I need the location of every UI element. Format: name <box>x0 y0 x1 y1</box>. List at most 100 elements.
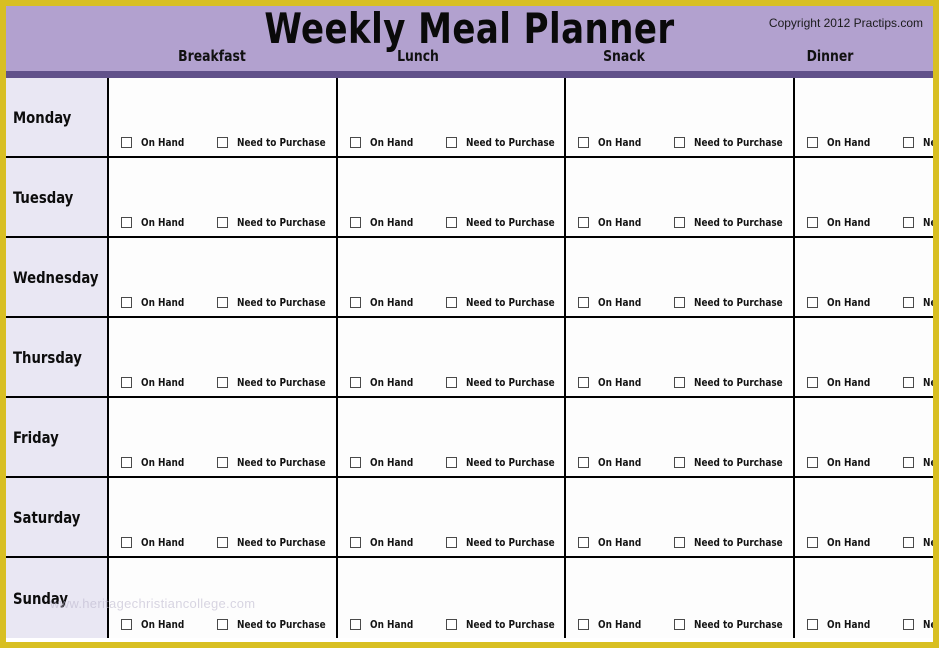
checkbox-need-to-purchase[interactable] <box>217 217 228 228</box>
checkbox-on-hand[interactable] <box>121 537 132 548</box>
meal-cell-tuesday-snack[interactable]: On Hand Need to Purchase <box>566 158 795 236</box>
checkbox-need-to-purchase[interactable] <box>674 537 686 548</box>
checkbox-on-hand[interactable] <box>806 297 818 308</box>
meal-cell-monday-lunch[interactable]: On Hand Need to Purchase <box>337 78 567 156</box>
checkbox-item-on-hand[interactable]: On Hand <box>806 456 903 469</box>
checkbox-item-need-to-purchase[interactable]: Need to Purchase <box>217 536 336 549</box>
checkbox-item-on-hand[interactable]: On Hand <box>121 456 217 469</box>
meal-cell-thursday-lunch[interactable]: On Hand Need to Purchase <box>337 318 567 396</box>
checkbox-on-hand[interactable] <box>121 217 132 228</box>
meal-cell-saturday-breakfast[interactable]: On Hand Need to Purchase <box>109 478 338 556</box>
meal-cell-saturday-snack[interactable]: On Hand Need to Purchase <box>566 478 795 556</box>
checkbox-item-need-to-purchase[interactable]: Need to Purchase <box>217 216 336 229</box>
checkbox-on-hand[interactable] <box>806 377 818 388</box>
checkbox-need-to-purchase[interactable] <box>902 619 914 630</box>
checkbox-on-hand[interactable] <box>349 137 361 148</box>
checkbox-on-hand[interactable] <box>121 377 132 388</box>
checkbox-on-hand[interactable] <box>349 537 361 548</box>
checkbox-item-need-to-purchase[interactable]: Need to Purchase <box>217 296 336 309</box>
checkbox-need-to-purchase[interactable] <box>445 457 457 468</box>
meal-cell-tuesday-lunch[interactable]: On Hand Need to Purchase <box>337 158 567 236</box>
checkbox-item-need-to-purchase[interactable]: Need to Purchase <box>674 456 793 469</box>
checkbox-on-hand[interactable] <box>121 297 132 308</box>
checkbox-on-hand[interactable] <box>349 619 361 630</box>
checkbox-item-on-hand[interactable]: On Hand <box>121 296 217 309</box>
checkbox-on-hand[interactable] <box>578 457 590 468</box>
checkbox-on-hand[interactable] <box>806 217 818 228</box>
checkbox-item-on-hand[interactable]: On Hand <box>349 296 446 309</box>
checkbox-need-to-purchase[interactable] <box>674 297 686 308</box>
meal-cell-friday-breakfast[interactable]: On Hand Need to Purchase <box>109 398 338 476</box>
checkbox-on-hand[interactable] <box>121 137 132 148</box>
checkbox-item-on-hand[interactable]: On Hand <box>806 136 903 149</box>
checkbox-item-need-to-purchase[interactable]: Need to Purchase <box>902 216 933 229</box>
checkbox-item-on-hand[interactable]: On Hand <box>121 216 217 229</box>
meal-cell-sunday-breakfast[interactable]: On Hand Need to Purchase <box>109 558 338 638</box>
checkbox-need-to-purchase[interactable] <box>445 619 457 630</box>
checkbox-item-need-to-purchase[interactable]: Need to Purchase <box>445 296 565 309</box>
meal-cell-wednesday-breakfast[interactable]: On Hand Need to Purchase <box>109 238 338 316</box>
checkbox-item-on-hand[interactable]: On Hand <box>121 536 217 549</box>
meal-cell-thursday-dinner[interactable]: On Hand Need to Purchase <box>794 318 933 396</box>
checkbox-item-need-to-purchase[interactable]: Need to Purchase <box>902 536 933 549</box>
checkbox-on-hand[interactable] <box>349 297 361 308</box>
checkbox-on-hand[interactable] <box>349 217 361 228</box>
checkbox-need-to-purchase[interactable] <box>217 377 228 388</box>
meal-cell-tuesday-breakfast[interactable]: On Hand Need to Purchase <box>109 158 338 236</box>
meal-cell-thursday-snack[interactable]: On Hand Need to Purchase <box>566 318 795 396</box>
checkbox-item-on-hand[interactable]: On Hand <box>578 456 674 469</box>
checkbox-on-hand[interactable] <box>806 537 818 548</box>
meal-cell-friday-snack[interactable]: On Hand Need to Purchase <box>566 398 795 476</box>
checkbox-need-to-purchase[interactable] <box>674 619 686 630</box>
checkbox-on-hand[interactable] <box>578 297 590 308</box>
checkbox-on-hand[interactable] <box>578 537 590 548</box>
meal-cell-wednesday-dinner[interactable]: On Hand Need to Purchase <box>794 238 933 316</box>
meal-cell-friday-lunch[interactable]: On Hand Need to Purchase <box>337 398 567 476</box>
meal-cell-wednesday-snack[interactable]: On Hand Need to Purchase <box>566 238 795 316</box>
checkbox-need-to-purchase[interactable] <box>902 137 914 148</box>
checkbox-need-to-purchase[interactable] <box>445 377 457 388</box>
checkbox-item-on-hand[interactable]: On Hand <box>806 296 903 309</box>
checkbox-item-on-hand[interactable]: On Hand <box>806 618 903 631</box>
checkbox-on-hand[interactable] <box>806 457 818 468</box>
checkbox-need-to-purchase[interactable] <box>674 217 686 228</box>
checkbox-need-to-purchase[interactable] <box>902 377 914 388</box>
checkbox-need-to-purchase[interactable] <box>217 297 228 308</box>
checkbox-item-need-to-purchase[interactable]: Need to Purchase <box>902 296 933 309</box>
meal-cell-monday-breakfast[interactable]: On Hand Need to Purchase <box>109 78 338 156</box>
checkbox-item-need-to-purchase[interactable]: Need to Purchase <box>902 618 933 631</box>
checkbox-item-need-to-purchase[interactable]: Need to Purchase <box>674 376 793 389</box>
meal-cell-sunday-dinner[interactable]: On Hand Need to Purchase <box>794 558 933 638</box>
meal-cell-thursday-breakfast[interactable]: On Hand Need to Purchase <box>109 318 338 396</box>
meal-cell-tuesday-dinner[interactable]: On Hand Need to Purchase <box>794 158 933 236</box>
checkbox-item-need-to-purchase[interactable]: Need to Purchase <box>445 618 565 631</box>
checkbox-item-need-to-purchase[interactable]: Need to Purchase <box>217 618 336 631</box>
checkbox-need-to-purchase[interactable] <box>445 297 457 308</box>
checkbox-item-need-to-purchase[interactable]: Need to Purchase <box>445 536 565 549</box>
meal-cell-sunday-snack[interactable]: On Hand Need to Purchase <box>566 558 795 638</box>
meal-cell-monday-dinner[interactable]: On Hand Need to Purchase <box>794 78 933 156</box>
checkbox-item-on-hand[interactable]: On Hand <box>806 216 903 229</box>
checkbox-on-hand[interactable] <box>121 457 132 468</box>
meal-cell-monday-snack[interactable]: On Hand Need to Purchase <box>566 78 795 156</box>
checkbox-on-hand[interactable] <box>578 137 590 148</box>
checkbox-need-to-purchase[interactable] <box>445 537 457 548</box>
checkbox-on-hand[interactable] <box>806 137 818 148</box>
checkbox-item-on-hand[interactable]: On Hand <box>349 456 446 469</box>
meal-cell-sunday-lunch[interactable]: On Hand Need to Purchase <box>337 558 567 638</box>
checkbox-on-hand[interactable] <box>121 619 132 630</box>
checkbox-item-on-hand[interactable]: On Hand <box>806 536 903 549</box>
checkbox-item-on-hand[interactable]: On Hand <box>578 376 674 389</box>
checkbox-item-on-hand[interactable]: On Hand <box>578 536 674 549</box>
checkbox-need-to-purchase[interactable] <box>445 217 457 228</box>
meal-cell-wednesday-lunch[interactable]: On Hand Need to Purchase <box>337 238 567 316</box>
checkbox-item-on-hand[interactable]: On Hand <box>806 376 903 389</box>
checkbox-item-need-to-purchase[interactable]: Need to Purchase <box>674 136 793 149</box>
checkbox-need-to-purchase[interactable] <box>217 457 228 468</box>
checkbox-need-to-purchase[interactable] <box>674 457 686 468</box>
checkbox-item-need-to-purchase[interactable]: Need to Purchase <box>674 536 793 549</box>
checkbox-item-on-hand[interactable]: On Hand <box>349 136 446 149</box>
checkbox-item-need-to-purchase[interactable]: Need to Purchase <box>902 456 933 469</box>
checkbox-item-on-hand[interactable]: On Hand <box>349 536 446 549</box>
checkbox-need-to-purchase[interactable] <box>902 457 914 468</box>
